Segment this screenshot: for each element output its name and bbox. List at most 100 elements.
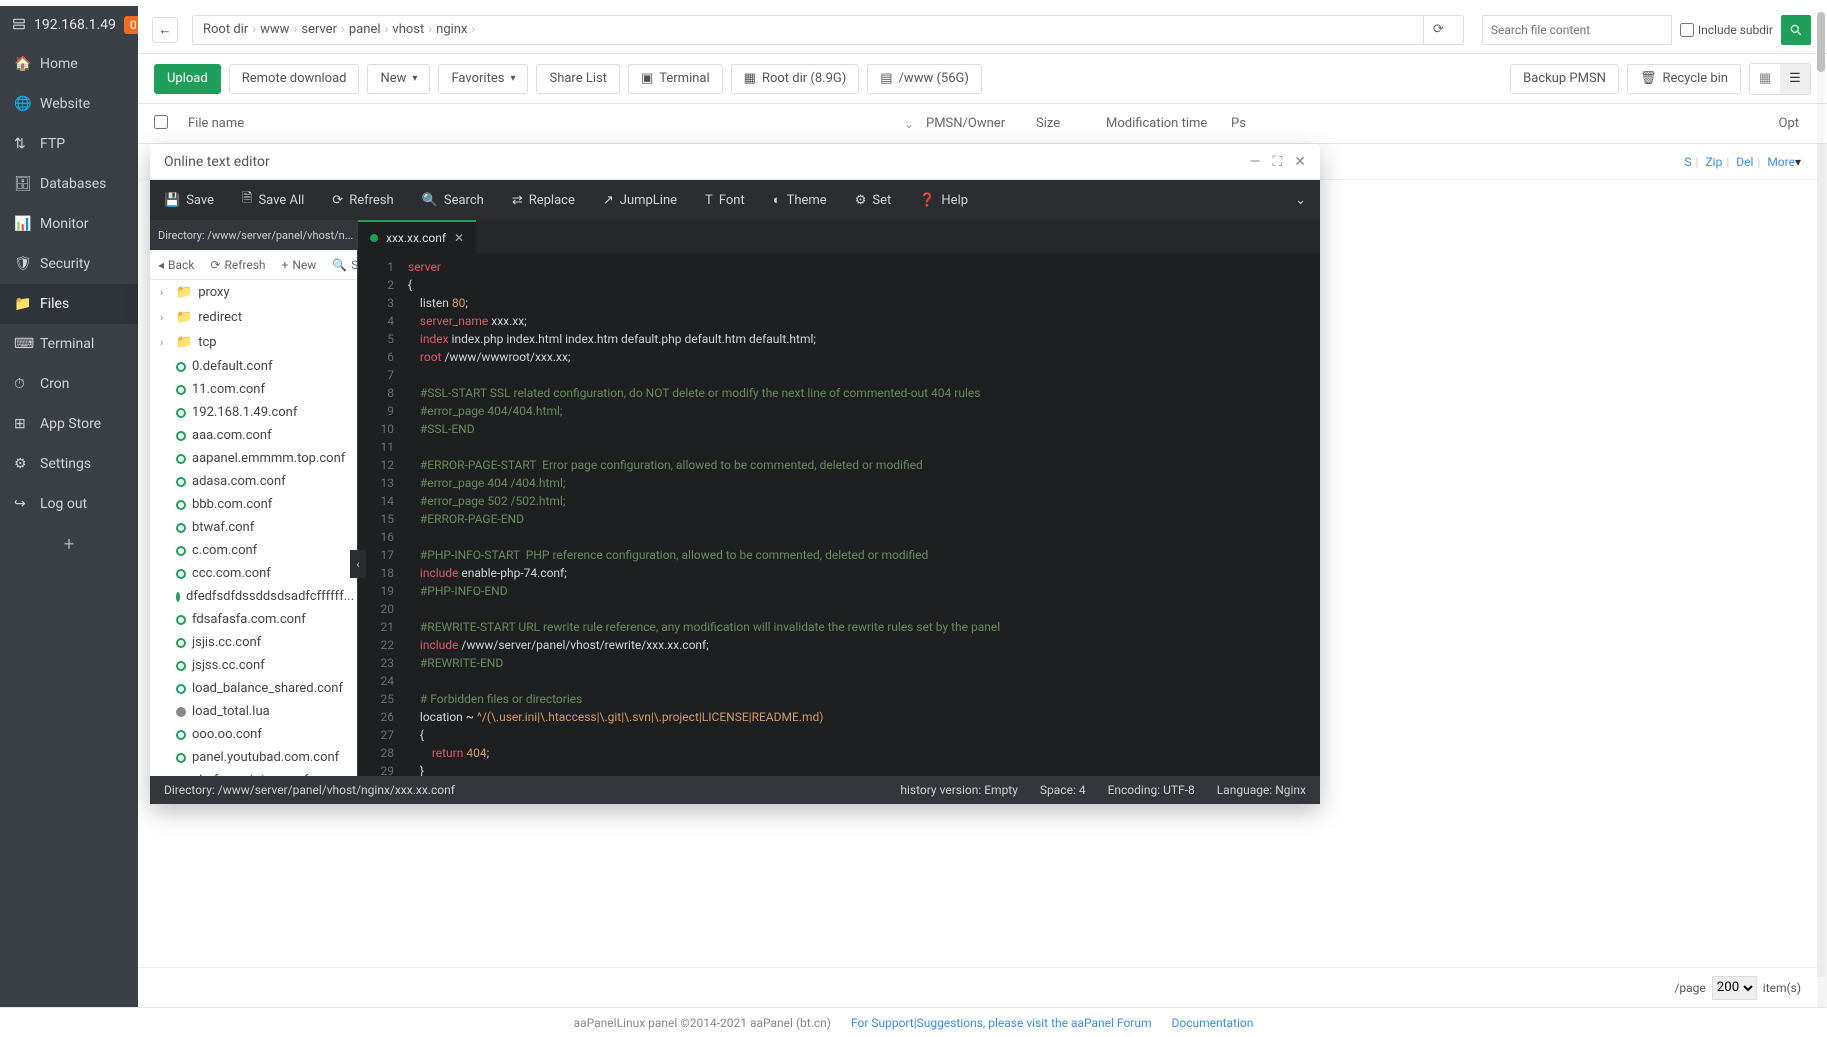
breadcrumb-item[interactable]: Root dir <box>203 22 248 37</box>
editor-file-tree[interactable]: ›📁proxy›📁redirect›📁tcp0.default.conf11.c… <box>150 280 357 776</box>
tree-back-button[interactable]: ◂Back <box>150 258 202 272</box>
path-back-button[interactable]: ← <box>152 17 178 43</box>
breadcrumb-item[interactable]: nginx <box>436 22 467 37</box>
sidebar-item-log-out[interactable]: ↪Log out <box>0 484 138 524</box>
sidebar-item-databases[interactable]: 🗄Databases <box>0 164 138 204</box>
sidebar-add[interactable]: + <box>0 524 138 565</box>
tree-file[interactable]: 192.168.1.49.conf <box>150 401 357 424</box>
recycle-bin-button[interactable]: 🗑Recycle bin <box>1627 64 1741 94</box>
tree-file[interactable]: btwaf.conf <box>150 516 357 539</box>
tree-file[interactable]: adasa.com.conf <box>150 470 357 493</box>
tree-file[interactable]: aapanel.emmmm.top.conf <box>150 447 357 470</box>
favorites-button[interactable]: Favorites▾ <box>438 64 528 94</box>
sidebar-item-terminal[interactable]: ⌨Terminal <box>0 324 138 364</box>
sidebar-item-files[interactable]: 📁Files <box>0 284 138 324</box>
path-refresh-button[interactable]: ⟳ <box>1423 15 1453 45</box>
scrollbar-track[interactable] <box>1817 12 1825 977</box>
breadcrumb-item[interactable]: server <box>301 22 337 37</box>
editor-titlebar[interactable]: Online text editor — ⛶ ✕ <box>150 144 1320 180</box>
editor-jumpline-button[interactable]: ↗JumpLine <box>589 180 691 220</box>
include-subdir-checkbox[interactable]: Include subdir <box>1680 23 1773 37</box>
col-mod[interactable]: Modification time <box>1106 116 1231 131</box>
minimize-icon[interactable]: — <box>1250 154 1261 170</box>
sidebar-item-app-store[interactable]: ⊞App Store <box>0 404 138 444</box>
tree-file[interactable]: load_balance_shared.conf <box>150 677 357 700</box>
remote-download-button[interactable]: Remote download <box>229 64 360 94</box>
tree-folder[interactable]: ›📁proxy <box>150 280 357 305</box>
editor-toolbar-more[interactable]: ⌄ <box>1281 193 1320 208</box>
sidebar-item-security[interactable]: 🛡Security <box>0 244 138 284</box>
search-go-button[interactable] <box>1781 15 1811 45</box>
tree-file[interactable]: 0.default.conf <box>150 355 357 378</box>
row-action[interactable]: S <box>1684 155 1691 169</box>
tree-file[interactable]: panel.youtubad.com.conf <box>150 746 357 769</box>
sidebar-item-ftp[interactable]: ⇅FTP <box>0 124 138 164</box>
maximize-icon[interactable]: ⛶ <box>1272 154 1282 170</box>
tree-file[interactable]: ooo.oo.conf <box>150 723 357 746</box>
tree-file[interactable]: load_total.lua <box>150 700 357 723</box>
upload-button[interactable]: Upload <box>154 64 221 94</box>
row-action[interactable]: More <box>1767 155 1795 169</box>
backup-pmsn-button[interactable]: Backup PMSN <box>1510 64 1619 94</box>
tree-collapse-button[interactable]: ‹ <box>350 550 366 578</box>
status-history[interactable]: history version: Empty <box>900 783 1018 797</box>
tree-new-button[interactable]: +New <box>274 258 325 272</box>
col-ps[interactable]: Ps <box>1231 116 1551 131</box>
breadcrumb-item[interactable]: panel <box>349 22 381 37</box>
tree-file[interactable]: bbb.com.conf <box>150 493 357 516</box>
tree-refresh-button[interactable]: ⟳Refresh <box>202 258 273 272</box>
tree-file[interactable]: c.com.conf <box>150 539 357 562</box>
select-all-checkbox[interactable] <box>154 115 168 129</box>
breadcrumb-item[interactable]: www <box>260 22 289 37</box>
search-input[interactable] <box>1482 15 1672 45</box>
www-button[interactable]: ▤/www (56G) <box>867 64 982 94</box>
col-pmsn[interactable]: PMSN/Owner <box>926 116 1036 131</box>
tree-file[interactable]: jsjis.cc.conf <box>150 631 357 654</box>
status-space[interactable]: Space: 4 <box>1040 783 1086 797</box>
sidebar-item-monitor[interactable]: 📊Monitor <box>0 204 138 244</box>
editor-tab[interactable]: xxx.xx.conf ✕ <box>358 220 476 254</box>
editor-saveall-button[interactable]: 🗎Save All <box>228 180 318 220</box>
code-content[interactable]: server{ listen 80; server_name xxx.xx; i… <box>408 258 1316 776</box>
col-name[interactable]: File name⌄ <box>188 116 926 131</box>
scrollbar-thumb[interactable] <box>1817 12 1825 72</box>
tree-file[interactable]: phpfpm_status.conf <box>150 769 357 776</box>
editor-theme-button[interactable]: ◐Theme <box>759 180 841 220</box>
sidebar-item-cron[interactable]: ⏱Cron <box>0 364 138 404</box>
tree-folder[interactable]: ›📁tcp <box>150 330 357 355</box>
row-action[interactable]: Zip <box>1705 155 1722 169</box>
editor-refresh-button[interactable]: ⟳Refresh <box>318 180 407 220</box>
tree-file[interactable]: ccc.com.conf <box>150 562 357 585</box>
rootdir-button[interactable]: ▦Root dir (8.9G) <box>731 64 860 94</box>
status-encoding[interactable]: Encoding: UTF-8 <box>1108 783 1195 797</box>
editor-font-button[interactable]: TFont <box>691 180 759 220</box>
editor-replace-button[interactable]: ⇄Replace <box>498 180 589 220</box>
sidebar-item-website[interactable]: 🌐Website <box>0 84 138 124</box>
breadcrumb-item[interactable]: vhost <box>392 22 424 37</box>
code-editor[interactable]: 1234567891011121314151617181920212223242… <box>358 254 1320 776</box>
editor-set-button[interactable]: ⚙Set <box>841 180 906 220</box>
share-list-button[interactable]: Share List <box>536 64 619 94</box>
tab-close-icon[interactable]: ✕ <box>454 231 464 245</box>
tree-file[interactable]: 11.com.conf <box>150 378 357 401</box>
new-button[interactable]: New▾ <box>367 64 430 94</box>
editor-search-button[interactable]: 🔍Search <box>408 180 498 220</box>
sidebar-item-settings[interactable]: ⚙Settings <box>0 444 138 484</box>
col-size[interactable]: Size <box>1036 116 1106 131</box>
status-language[interactable]: Language: Nginx <box>1217 783 1306 797</box>
tree-folder[interactable]: ›📁redirect <box>150 305 357 330</box>
row-action[interactable]: Del <box>1736 155 1753 169</box>
sidebar-item-home[interactable]: 🏠Home <box>0 44 138 84</box>
close-icon[interactable]: ✕ <box>1294 154 1306 170</box>
per-page-select[interactable]: 200 <box>1712 976 1757 1000</box>
editor-help-button[interactable]: ❓Help <box>905 180 982 220</box>
tree-file[interactable]: jsjss.cc.conf <box>150 654 357 677</box>
editor-save-button[interactable]: 💾Save <box>150 180 228 220</box>
tree-file[interactable]: aaa.com.conf <box>150 424 357 447</box>
footer-forum-link[interactable]: For Support|Suggestions, please visit th… <box>851 1016 1152 1030</box>
list-view-button[interactable]: ☰ <box>1780 64 1810 94</box>
footer-docs-link[interactable]: Documentation <box>1172 1016 1254 1030</box>
grid-view-button[interactable]: ▦ <box>1750 64 1780 94</box>
tree-file[interactable]: dfedfsdfdssddsdsadfcffffff... <box>150 585 357 608</box>
tree-file[interactable]: fdsafasfa.com.conf <box>150 608 357 631</box>
